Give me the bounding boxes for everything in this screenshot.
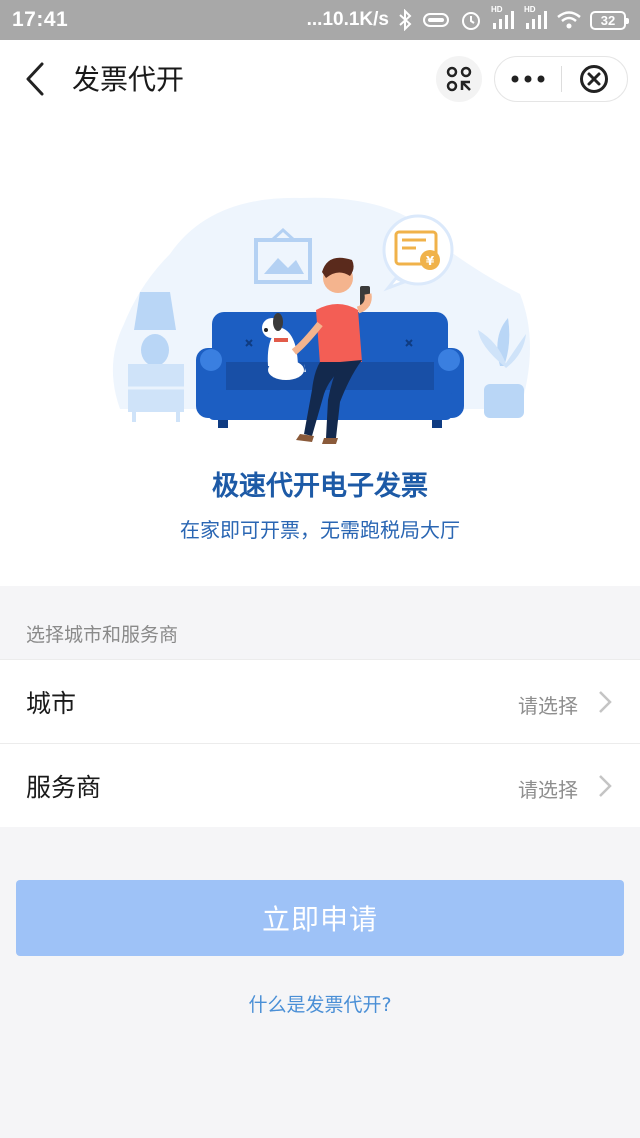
capsule-menu xyxy=(494,56,628,102)
chevron-right-icon xyxy=(599,691,612,713)
city-value: 请选择 xyxy=(518,694,578,718)
status-time: 17:41 xyxy=(12,8,69,31)
hero-title: 极速代开电子发票 xyxy=(212,471,428,502)
more-button[interactable] xyxy=(495,56,561,102)
hero-subtitle: 在家即可开票，无需跑税局大厅 xyxy=(180,518,460,542)
provider-value: 请选择 xyxy=(518,778,578,802)
status-bar: 17:41 ...10.1K/s HD HD 32 xyxy=(0,0,640,40)
hero-illustration: ¥ xyxy=(112,197,530,444)
nav-bar: 发票代开 xyxy=(0,40,640,118)
hd-label-2: HD xyxy=(524,5,536,14)
city-label: 城市 xyxy=(26,689,77,718)
invoice-currency-symbol: ¥ xyxy=(426,254,435,268)
hero-section: ¥ 极速代开电子发票 在家即可开票，无需跑税局大厅 xyxy=(0,118,640,586)
back-button[interactable] xyxy=(22,60,52,98)
close-button[interactable] xyxy=(562,56,628,102)
scan-icon xyxy=(446,66,472,92)
provider-label: 服务商 xyxy=(26,773,102,802)
signal-2: HD xyxy=(524,5,548,29)
wifi-icon xyxy=(557,11,581,29)
signal-1: HD xyxy=(491,5,515,29)
back-icon xyxy=(26,62,44,96)
vibrate-icon xyxy=(423,13,449,27)
section-label: 选择城市和服务商 xyxy=(26,624,179,646)
more-icon xyxy=(511,75,545,83)
status-icons: ...10.1K/s HD HD 32 xyxy=(306,5,629,31)
battery-icon: 32 xyxy=(590,10,629,30)
hd-label: HD xyxy=(491,5,503,14)
network-speed: ...10.1K/s xyxy=(306,9,389,30)
alarm-icon xyxy=(462,12,480,30)
provider-selector[interactable]: 服务商 请选择 xyxy=(0,743,640,827)
page-title: 发票代开 xyxy=(72,63,185,96)
scan-button[interactable] xyxy=(436,56,482,102)
apply-button[interactable]: 立即申请 xyxy=(16,880,624,956)
bluetooth-icon xyxy=(399,9,412,31)
city-selector[interactable]: 城市 请选择 xyxy=(0,659,640,743)
help-link[interactable]: 什么是发票代开? xyxy=(0,990,640,1017)
close-icon xyxy=(580,65,609,93)
chevron-right-icon xyxy=(599,775,612,797)
